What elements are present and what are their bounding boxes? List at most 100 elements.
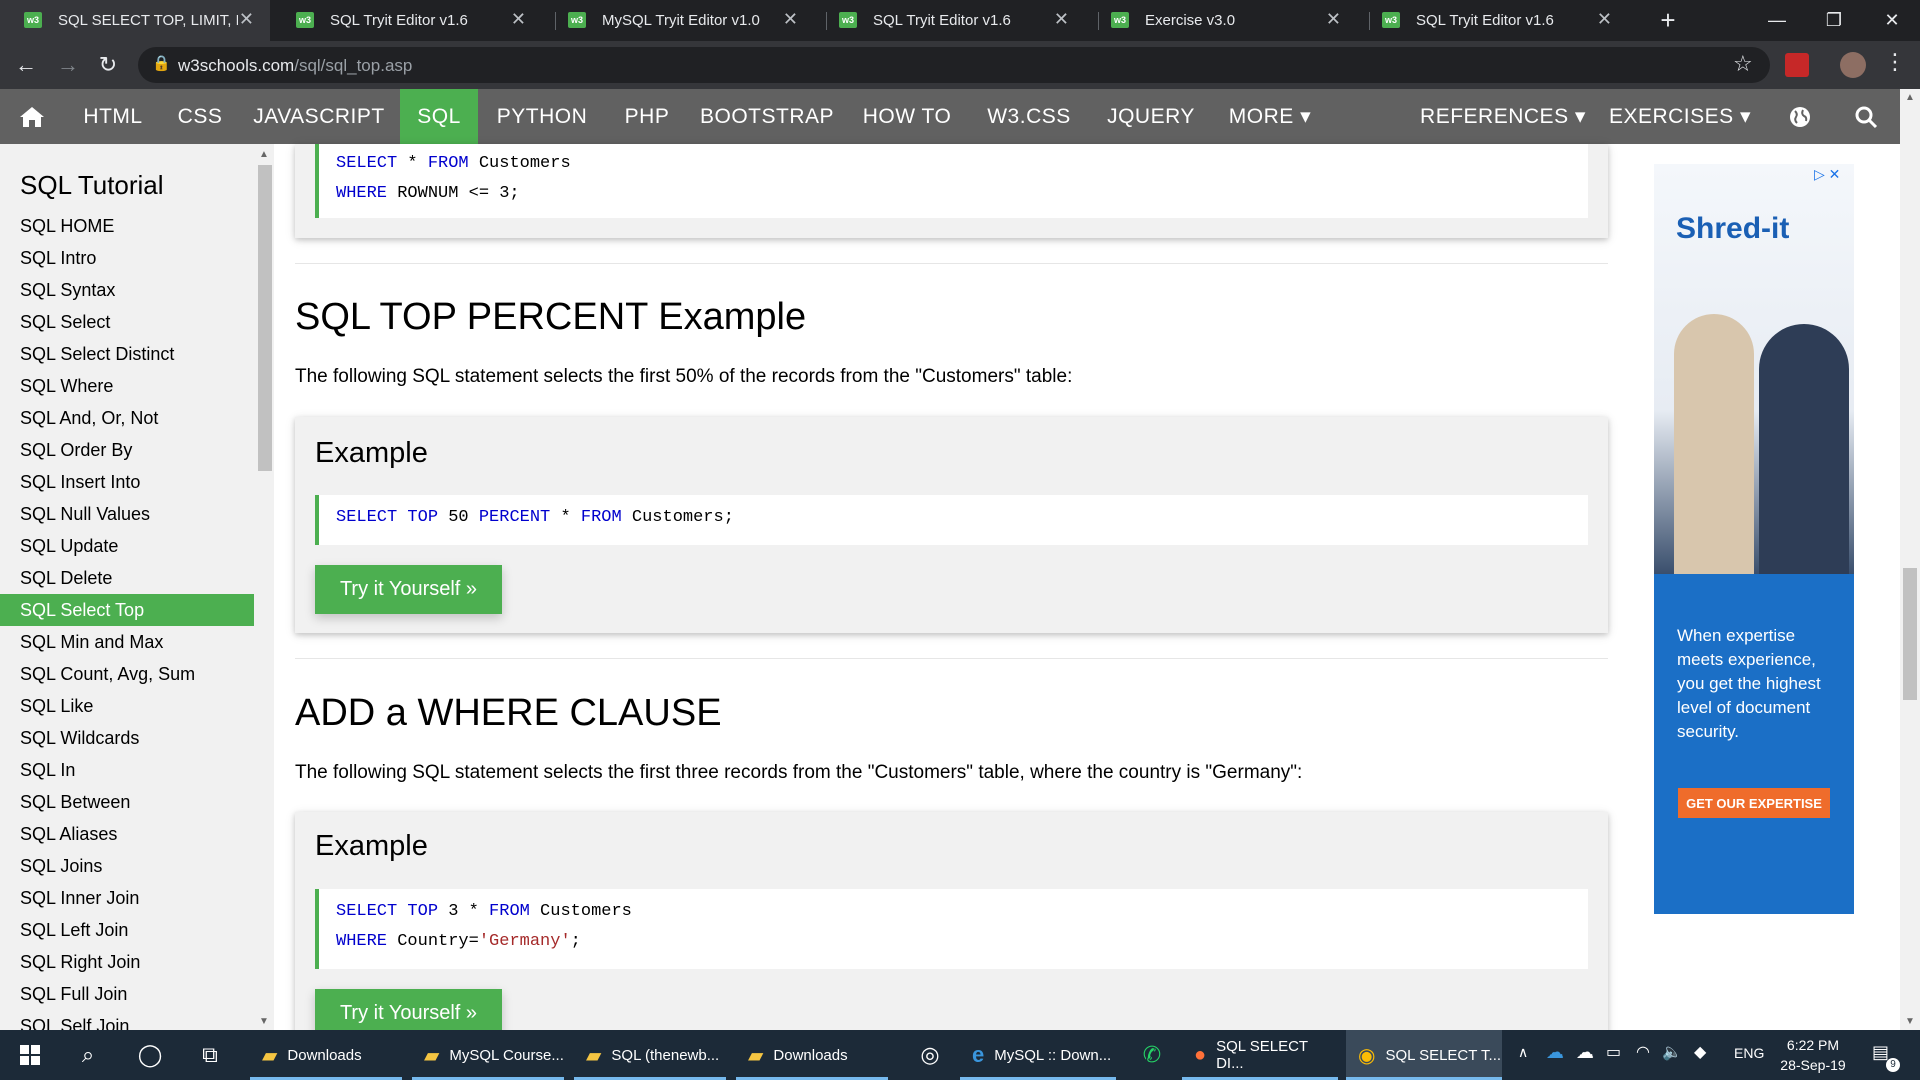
sidebar-item-sql-home[interactable]: SQL HOME: [0, 210, 254, 242]
nav-more-dropdown[interactable]: MORE ▾: [1212, 89, 1328, 144]
maximize-window-button[interactable]: ❐: [1804, 0, 1864, 41]
windows-start-icon[interactable]: [6, 1030, 54, 1080]
onedrive-icon[interactable]: ☁: [1546, 1042, 1564, 1063]
nav-references-dropdown[interactable]: REFERENCES ▾: [1418, 89, 1588, 144]
globe-icon[interactable]: [1772, 89, 1828, 144]
menu-kebab-icon[interactable]: ⋮: [1884, 49, 1906, 75]
cortana-icon[interactable]: ◯: [126, 1030, 174, 1080]
sidebar-item-sql-right-join[interactable]: SQL Right Join: [0, 946, 254, 978]
page-scrollbar-thumb[interactable]: [1903, 568, 1917, 700]
close-window-button[interactable]: ✕: [1862, 0, 1920, 41]
sidebar-item-sql-insert-into[interactable]: SQL Insert Into: [0, 466, 254, 498]
back-arrow-icon[interactable]: ←: [10, 49, 42, 81]
dropbox-icon[interactable]: ◆: [1694, 1042, 1706, 1062]
sidebar-item-sql-joins[interactable]: SQL Joins: [0, 850, 254, 882]
browser-tab-sql-tryit-2[interactable]: w3 SQL Tryit Editor v1.6 ✕: [815, 0, 1085, 41]
sidebar-item-sql-left-join[interactable]: SQL Left Join: [0, 914, 254, 946]
sidebar-item-sql-like[interactable]: SQL Like: [0, 690, 254, 722]
nav-php[interactable]: PHP: [606, 89, 688, 144]
sidebar-item-sql-count-avg-sum[interactable]: SQL Count, Avg, Sum: [0, 658, 254, 690]
sidebar-item-sql-order-by[interactable]: SQL Order By: [0, 434, 254, 466]
search-icon[interactable]: ⌕: [64, 1030, 112, 1080]
task-view-icon[interactable]: ⧉: [186, 1030, 234, 1080]
sidebar-item-sql-wildcards[interactable]: SQL Wildcards: [0, 722, 254, 754]
bookmark-star-icon[interactable]: ☆: [1733, 51, 1753, 77]
battery-icon[interactable]: ▭: [1606, 1042, 1621, 1062]
search-icon[interactable]: [1838, 89, 1894, 144]
whatsapp-icon[interactable]: ✆: [1128, 1030, 1176, 1080]
nav-exercises-dropdown[interactable]: EXERCISES ▾: [1606, 89, 1754, 144]
browser-tab-sql-tryit-1[interactable]: w3 SQL Tryit Editor v1.6 ✕: [272, 0, 542, 41]
nav-html[interactable]: HTML: [64, 89, 162, 144]
sidebar-item-sql-inner-join[interactable]: SQL Inner Join: [0, 882, 254, 914]
app-icon[interactable]: ◎: [906, 1030, 954, 1080]
sidebar-item-sql-delete[interactable]: SQL Delete: [0, 562, 254, 594]
sidebar-item-sql-full-join[interactable]: SQL Full Join: [0, 978, 254, 1010]
page-scroll-down-arrow-icon[interactable]: ▼: [1905, 1016, 1915, 1027]
close-tab-icon[interactable]: ✕: [511, 9, 526, 30]
minimize-window-button[interactable]: —: [1747, 0, 1807, 41]
browser-tab-sql-select-top[interactable]: w3 SQL SELECT TOP, LIMIT, ROWNUM ✕: [0, 0, 270, 41]
sidebar-item-sql-and-or-not[interactable]: SQL And, Or, Not: [0, 402, 254, 434]
system-clock[interactable]: 6:22 PM 28-Sep-19: [1772, 1035, 1854, 1075]
extension-icon[interactable]: [1785, 53, 1809, 77]
reload-icon[interactable]: ↻: [92, 49, 124, 81]
sidebar-item-sql-intro[interactable]: SQL Intro: [0, 242, 254, 274]
taskbar-item-sql-select-distinct[interactable]: ● SQL SELECT DI...: [1182, 1030, 1338, 1080]
close-tab-icon[interactable]: ✕: [1326, 9, 1341, 30]
close-tab-icon[interactable]: ✕: [1597, 9, 1612, 30]
nav-javascript[interactable]: JAVASCRIPT: [238, 89, 400, 144]
nav-css[interactable]: CSS: [162, 89, 238, 144]
page-scrollbar[interactable]: [1900, 89, 1920, 1030]
close-tab-icon[interactable]: ✕: [239, 9, 254, 30]
sidebar-item-sql-update[interactable]: SQL Update: [0, 530, 254, 562]
browser-tab-mysql-tryit[interactable]: w3 MySQL Tryit Editor v1.0 ✕: [544, 0, 814, 41]
try-it-yourself-button[interactable]: Try it Yourself »: [315, 565, 502, 614]
close-tab-icon[interactable]: ✕: [783, 9, 798, 30]
sidebar-item-sql-select-distinct[interactable]: SQL Select Distinct: [0, 338, 254, 370]
wifi-icon[interactable]: ◠: [1636, 1042, 1650, 1062]
browser-tab-sql-tryit-3[interactable]: w3 SQL Tryit Editor v1.6 ✕: [1358, 0, 1628, 41]
show-hidden-icons-icon[interactable]: ∧: [1518, 1044, 1528, 1061]
taskbar-item-downloads-2[interactable]: ▰ Downloads: [736, 1030, 888, 1080]
page-scroll-up-arrow-icon[interactable]: ▲: [1905, 92, 1915, 103]
taskbar-item-downloads-1[interactable]: ▰ Downloads: [250, 1030, 402, 1080]
nav-sql[interactable]: SQL: [400, 89, 478, 144]
scroll-down-arrow-icon[interactable]: ▼: [259, 1016, 269, 1027]
sidebar-item-sql-null-values[interactable]: SQL Null Values: [0, 498, 254, 530]
home-icon[interactable]: [0, 89, 64, 144]
sidebar-item-sql-min-max[interactable]: SQL Min and Max: [0, 626, 254, 658]
ad-choices-icon[interactable]: ▷ ✕: [1814, 166, 1840, 183]
nav-python[interactable]: PYTHON: [478, 89, 606, 144]
sidebar-item-sql-in[interactable]: SQL In: [0, 754, 254, 786]
nav-how-to[interactable]: HOW TO: [846, 89, 968, 144]
ad-cta-button[interactable]: GET OUR EXPERTISE: [1678, 788, 1830, 818]
nav-w3css[interactable]: W3.CSS: [968, 89, 1090, 144]
sidebar-scrollbar-thumb[interactable]: [258, 165, 272, 471]
sidebar-item-sql-aliases[interactable]: SQL Aliases: [0, 818, 254, 850]
profile-avatar[interactable]: [1840, 52, 1866, 78]
address-bar[interactable]: 🔒 w3schools.com/sql/sql_top.asp ☆: [138, 47, 1770, 83]
taskbar-item-mysql-course[interactable]: ▰ MySQL Course...: [412, 1030, 564, 1080]
nav-bootstrap[interactable]: BOOTSTRAP: [688, 89, 846, 144]
advertisement[interactable]: Shred-it ▷ ✕ When expertise meets experi…: [1654, 164, 1854, 914]
taskbar-item-sql-thenewb[interactable]: ▰ SQL (thenewb...: [574, 1030, 726, 1080]
taskbar-item-mysql-downloads[interactable]: e MySQL :: Down...: [960, 1030, 1116, 1080]
volume-icon[interactable]: 🔈: [1662, 1042, 1682, 1062]
example-label: Example: [315, 437, 428, 469]
nav-jquery[interactable]: JQUERY: [1090, 89, 1212, 144]
new-tab-button[interactable]: +: [1650, 0, 1686, 41]
taskbar-item-sql-select-top[interactable]: ◉ SQL SELECT T...: [1346, 1030, 1502, 1080]
browser-tab-exercise[interactable]: w3 Exercise v3.0 ✕: [1087, 0, 1357, 41]
sidebar-item-sql-between[interactable]: SQL Between: [0, 786, 254, 818]
input-language[interactable]: ENG: [1734, 1045, 1764, 1061]
cloud-icon[interactable]: ☁: [1576, 1042, 1594, 1063]
close-tab-icon[interactable]: ✕: [1054, 9, 1069, 30]
sidebar-item-sql-self-join[interactable]: SQL Self Join: [0, 1010, 254, 1030]
sidebar-item-sql-select[interactable]: SQL Select: [0, 306, 254, 338]
forward-arrow-icon[interactable]: →: [52, 49, 84, 81]
sidebar-item-sql-syntax[interactable]: SQL Syntax: [0, 274, 254, 306]
sidebar-item-sql-where[interactable]: SQL Where: [0, 370, 254, 402]
sidebar-item-sql-select-top[interactable]: SQL Select Top: [0, 594, 254, 626]
scroll-up-arrow-icon[interactable]: ▲: [259, 149, 269, 160]
